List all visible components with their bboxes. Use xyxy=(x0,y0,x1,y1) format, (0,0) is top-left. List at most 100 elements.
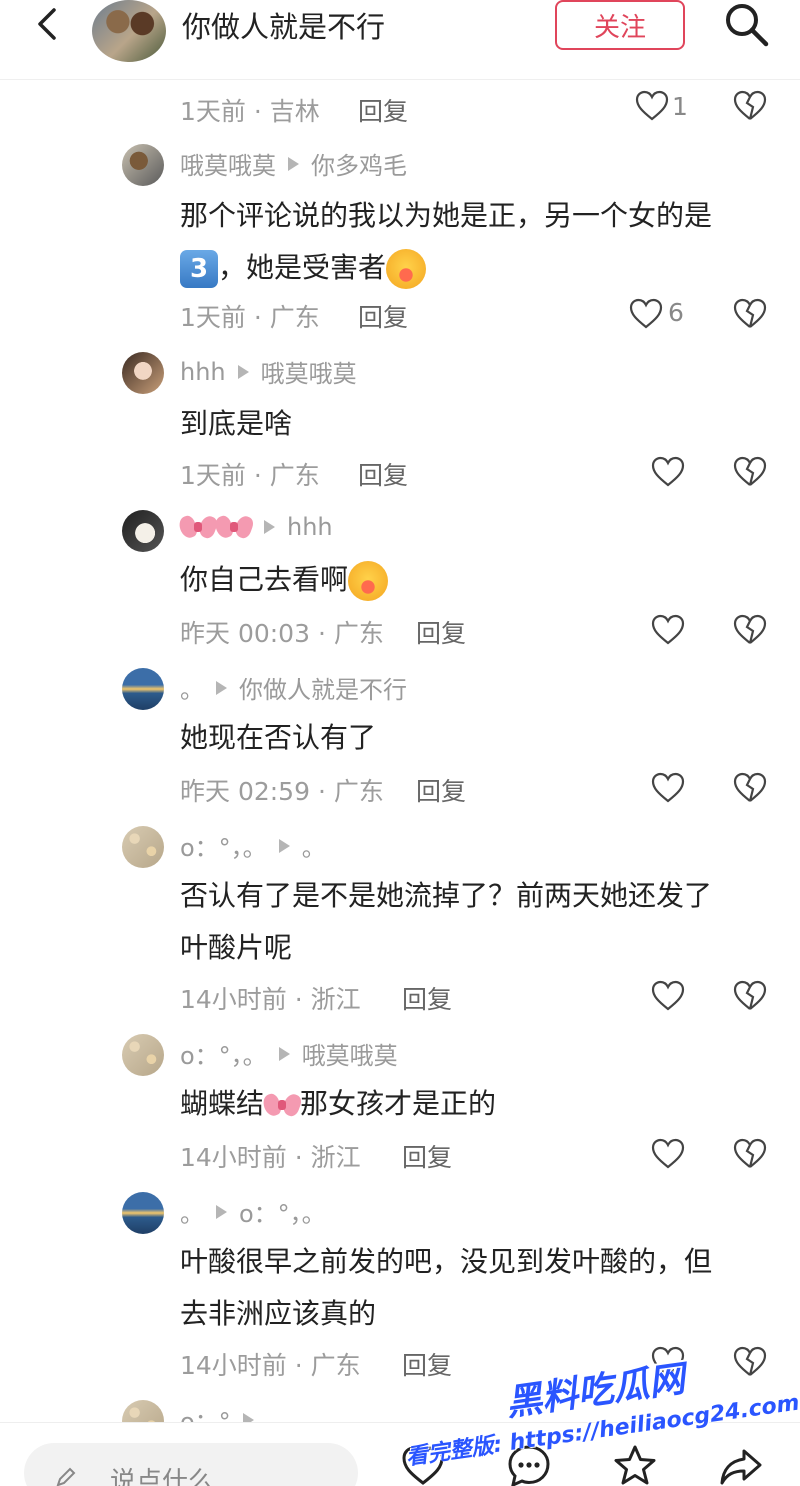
comment-input-placeholder: 说点什么 xyxy=(110,1467,215,1486)
comment-author[interactable]: o：°，。 xyxy=(180,828,267,863)
comment-time: 1天前 · 广东 xyxy=(180,461,320,490)
comment-author-line: 哦莫哦莫 你多鸡毛 xyxy=(180,146,407,181)
broken-heart-icon[interactable] xyxy=(732,1344,768,1380)
reply-arrow-icon xyxy=(278,1046,290,1061)
comment-author[interactable]: 哦莫哦莫 xyxy=(180,146,276,181)
broken-heart-icon[interactable] xyxy=(732,88,768,124)
page-title: 你做人就是不行 xyxy=(182,10,386,44)
heart-icon[interactable] xyxy=(400,1443,446,1486)
pencil-icon xyxy=(56,1467,76,1486)
keycap-badge: 3 xyxy=(180,250,218,288)
reply-arrow-icon xyxy=(216,1204,227,1219)
comment-time: 1天前 · 吉林 xyxy=(180,97,320,126)
comment-text-part: ，她是受害者 xyxy=(218,251,387,284)
reply-button[interactable]: 回复 xyxy=(416,772,466,808)
comment-author[interactable]: hhh xyxy=(180,358,226,386)
search-icon[interactable] xyxy=(722,0,770,48)
comment-text: 她现在否认有了 xyxy=(180,721,377,754)
follow-button[interactable]: 关注 xyxy=(555,0,685,50)
heart-icon[interactable] xyxy=(650,770,686,806)
avatar[interactable] xyxy=(122,352,164,394)
avatar[interactable] xyxy=(122,826,164,868)
like-count: 1 xyxy=(672,92,688,121)
comment-icon[interactable] xyxy=(506,1443,552,1486)
comment-text-line: 去非洲应该真的 xyxy=(180,1297,377,1330)
comment-text-line: 叶酸很早之前发的吧，没见到发叶酸的，但 xyxy=(180,1245,713,1278)
heart-icon[interactable] xyxy=(650,1136,686,1172)
comment-text: 叶酸很早之前发的吧，没见到发叶酸的，但 去非洲应该真的 xyxy=(180,1236,770,1340)
bow-emoji xyxy=(216,512,252,542)
comment-author-line: o：°，。 。 xyxy=(180,828,326,863)
comment-text-line: 3 ，她是受害者 xyxy=(180,242,770,294)
reply-arrow-icon xyxy=(264,520,275,534)
avatar[interactable] xyxy=(122,668,164,710)
heart-icon[interactable] xyxy=(650,1344,686,1380)
bow-emoji xyxy=(264,1090,300,1120)
avatar[interactable] xyxy=(122,1034,164,1076)
comment-time: 14小时前 · 广东 xyxy=(180,1351,361,1380)
reply-button[interactable]: 回复 xyxy=(358,456,408,492)
comment-text-line: 否认有了是不是她流掉了？前两天她还发了 xyxy=(180,879,713,912)
comment-text: 蝴蝶结 那女孩才是正的 xyxy=(180,1078,770,1130)
reply-button[interactable]: 回复 xyxy=(416,614,466,650)
heart-icon[interactable] xyxy=(628,296,664,332)
author-avatar[interactable] xyxy=(92,0,166,62)
reply-to-name[interactable]: 哦莫哦莫 xyxy=(302,1036,398,1071)
comment-text-line: 那个评论说的我以为她是正，另一个女的是 xyxy=(180,199,713,232)
laughing-crying-emoji xyxy=(348,561,389,601)
comment-text-part: 蝴蝶结 xyxy=(180,1087,265,1120)
like-count: 6 xyxy=(668,298,684,327)
comment-time: 昨天 00:03 · 广东 xyxy=(180,619,384,648)
broken-heart-icon[interactable] xyxy=(732,1136,768,1172)
avatar[interactable] xyxy=(122,510,164,552)
reply-button[interactable]: 回复 xyxy=(402,1138,452,1174)
reply-to-name[interactable]: o：°，。 xyxy=(239,1194,326,1229)
comment-text-part: 那女孩才是正的 xyxy=(300,1087,497,1120)
reply-to-name[interactable]: hhh xyxy=(287,513,333,541)
reply-to-name[interactable]: 你多鸡毛 xyxy=(311,146,407,181)
heart-icon[interactable] xyxy=(650,612,686,648)
comment-text: 否认有了是不是她流掉了？前两天她还发了 叶酸片呢 xyxy=(180,870,770,974)
comment-author-line: 。 o：°，。 xyxy=(180,1194,326,1229)
comment-time: 昨天 02:59 · 广东 xyxy=(180,777,384,806)
comment-text: 那个评论说的我以为她是正，另一个女的是 3 ，她是受害者 xyxy=(180,190,770,294)
reply-to-name[interactable]: 。 xyxy=(302,828,326,863)
comment-input[interactable]: 说点什么 xyxy=(24,1443,358,1486)
broken-heart-icon[interactable] xyxy=(732,612,768,648)
reply-button[interactable]: 回复 xyxy=(358,298,408,334)
comment-time: 14小时前 · 浙江 xyxy=(180,1143,361,1172)
comment-author-line: 。 你做人就是不行 xyxy=(180,670,407,705)
broken-heart-icon[interactable] xyxy=(732,978,768,1014)
star-icon[interactable] xyxy=(612,1443,658,1486)
back-arrow-icon[interactable] xyxy=(28,4,68,44)
avatar[interactable] xyxy=(122,144,164,186)
bottom-action-bar: 说点什么 xyxy=(0,1422,800,1486)
reply-button[interactable]: 回复 xyxy=(402,1346,452,1382)
broken-heart-icon[interactable] xyxy=(732,454,768,490)
avatar[interactable] xyxy=(122,1192,164,1234)
comment-author[interactable]: 。 xyxy=(180,670,204,705)
top-bar: 你做人就是不行 关注 xyxy=(0,0,800,80)
comment-meta-row: 1天前 · 吉林 回复 1 xyxy=(0,80,800,136)
comment-time: 14小时前 · 浙江 xyxy=(180,985,361,1014)
reply-button[interactable]: 回复 xyxy=(402,980,452,1016)
comment-author[interactable]: 。 xyxy=(180,1194,204,1229)
comment-author-line: hhh xyxy=(180,512,333,542)
heart-icon[interactable] xyxy=(634,88,670,124)
share-icon[interactable] xyxy=(718,1443,764,1486)
broken-heart-icon[interactable] xyxy=(732,296,768,332)
broken-heart-icon[interactable] xyxy=(732,770,768,806)
reply-button[interactable]: 回复 xyxy=(358,92,408,128)
heart-icon[interactable] xyxy=(650,978,686,1014)
comment-author[interactable]: o：°，。 xyxy=(180,1036,267,1071)
comment-text-part: 你自己去看啊 xyxy=(180,563,349,596)
reply-to-name[interactable]: 哦莫哦莫 xyxy=(261,354,357,389)
reply-to-name[interactable]: 你做人就是不行 xyxy=(239,670,407,705)
comment-author-line: o：°，。 哦莫哦莫 xyxy=(180,1036,398,1071)
reply-arrow-icon xyxy=(237,364,249,379)
reply-arrow-icon xyxy=(216,680,227,695)
comment-time: 1天前 · 广东 xyxy=(180,303,320,332)
reply-arrow-icon xyxy=(288,156,299,171)
heart-icon[interactable] xyxy=(650,454,686,490)
comment-text: 到底是啥 xyxy=(180,407,293,440)
